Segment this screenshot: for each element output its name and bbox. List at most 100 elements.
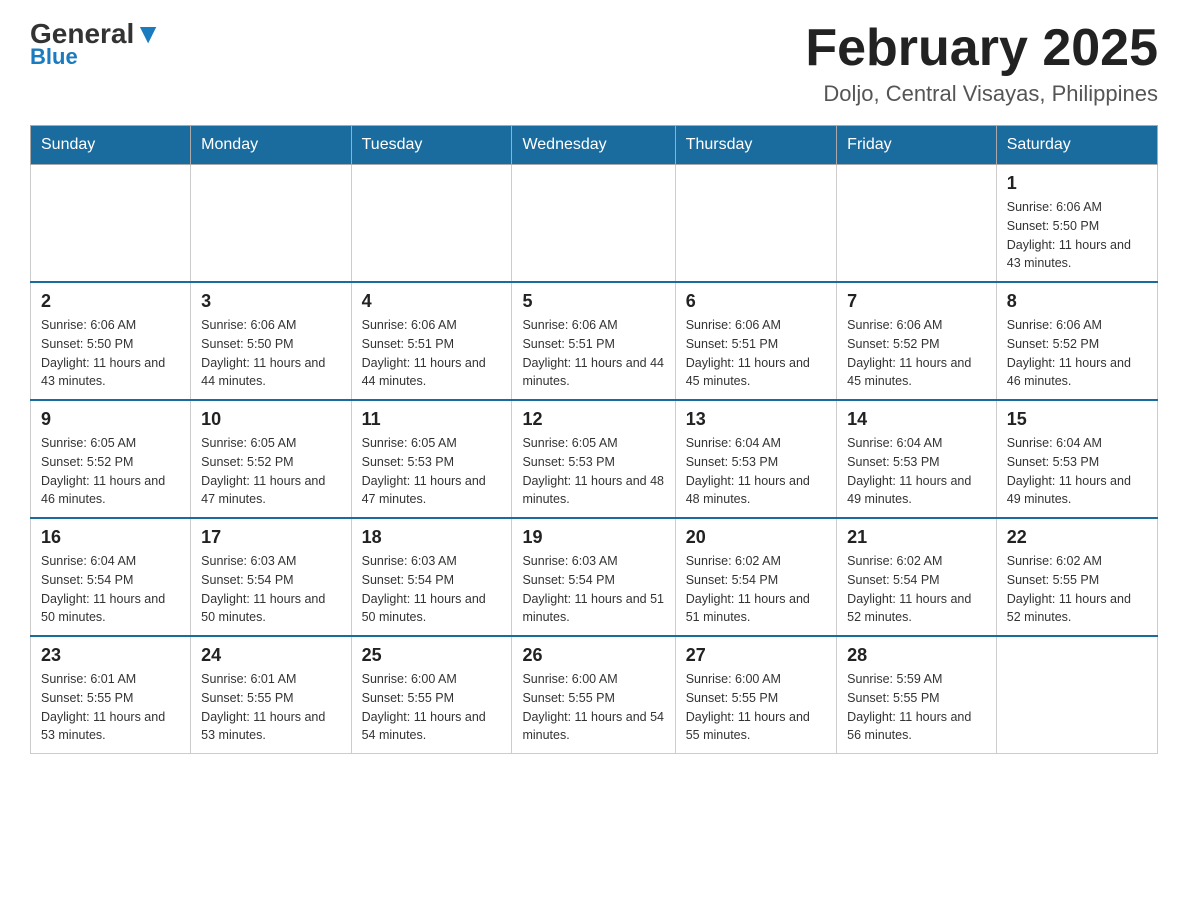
day-number: 19 [522, 527, 664, 548]
day-info: Sunrise: 6:05 AMSunset: 5:52 PMDaylight:… [41, 434, 180, 509]
calendar-cell [837, 165, 997, 283]
title-section: February 2025 Doljo, Central Visayas, Ph… [805, 20, 1158, 107]
calendar-cell [675, 165, 836, 283]
calendar-cell: 8 Sunrise: 6:06 AMSunset: 5:52 PMDaylight… [996, 282, 1157, 400]
calendar-cell: 10 Sunrise: 6:05 AMSunset: 5:52 PMDayligh… [191, 400, 351, 518]
header-monday: Monday [191, 126, 351, 165]
page-header: General▼ Blue February 2025 Doljo, Centr… [30, 20, 1158, 107]
calendar-cell: 7 Sunrise: 6:06 AMSunset: 5:52 PMDaylight… [837, 282, 997, 400]
day-number: 20 [686, 527, 826, 548]
day-info: Sunrise: 6:04 AMSunset: 5:53 PMDaylight:… [847, 434, 986, 509]
day-number: 4 [362, 291, 502, 312]
day-info: Sunrise: 6:03 AMSunset: 5:54 PMDaylight:… [362, 552, 502, 627]
day-number: 23 [41, 645, 180, 666]
day-number: 3 [201, 291, 340, 312]
day-number: 25 [362, 645, 502, 666]
header-thursday: Thursday [675, 126, 836, 165]
calendar-cell [996, 636, 1157, 754]
day-info: Sunrise: 6:06 AMSunset: 5:50 PMDaylight:… [41, 316, 180, 391]
day-info: Sunrise: 6:05 AMSunset: 5:53 PMDaylight:… [522, 434, 664, 509]
day-info: Sunrise: 5:59 AMSunset: 5:55 PMDaylight:… [847, 670, 986, 745]
calendar-cell: 12 Sunrise: 6:05 AMSunset: 5:53 PMDayligh… [512, 400, 675, 518]
day-info: Sunrise: 6:00 AMSunset: 5:55 PMDaylight:… [686, 670, 826, 745]
calendar-cell: 28 Sunrise: 5:59 AMSunset: 5:55 PMDayligh… [837, 636, 997, 754]
day-info: Sunrise: 6:06 AMSunset: 5:50 PMDaylight:… [201, 316, 340, 391]
day-number: 6 [686, 291, 826, 312]
day-info: Sunrise: 6:02 AMSunset: 5:55 PMDaylight:… [1007, 552, 1147, 627]
calendar-cell: 24 Sunrise: 6:01 AMSunset: 5:55 PMDayligh… [191, 636, 351, 754]
calendar-cell: 16 Sunrise: 6:04 AMSunset: 5:54 PMDayligh… [31, 518, 191, 636]
day-info: Sunrise: 6:06 AMSunset: 5:50 PMDaylight:… [1007, 198, 1147, 273]
calendar-header-row: Sunday Monday Tuesday Wednesday Thursday… [31, 126, 1158, 165]
location-title: Doljo, Central Visayas, Philippines [805, 81, 1158, 107]
day-number: 16 [41, 527, 180, 548]
day-info: Sunrise: 6:04 AMSunset: 5:54 PMDaylight:… [41, 552, 180, 627]
calendar-cell [351, 165, 512, 283]
day-info: Sunrise: 6:06 AMSunset: 5:52 PMDaylight:… [847, 316, 986, 391]
logo-triangle-icon: ▼ [134, 18, 162, 49]
calendar-cell: 23 Sunrise: 6:01 AMSunset: 5:55 PMDayligh… [31, 636, 191, 754]
day-number: 18 [362, 527, 502, 548]
calendar-cell: 21Sunrise: 6:02 AMSunset: 5:54 PMDayligh… [837, 518, 997, 636]
day-info: Sunrise: 6:05 AMSunset: 5:53 PMDaylight:… [362, 434, 502, 509]
day-number: 14 [847, 409, 986, 430]
day-number: 7 [847, 291, 986, 312]
calendar-cell: 5Sunrise: 6:06 AMSunset: 5:51 PMDaylight… [512, 282, 675, 400]
day-number: 15 [1007, 409, 1147, 430]
day-info: Sunrise: 6:06 AMSunset: 5:52 PMDaylight:… [1007, 316, 1147, 391]
calendar-cell [512, 165, 675, 283]
day-info: Sunrise: 6:06 AMSunset: 5:51 PMDaylight:… [522, 316, 664, 391]
day-info: Sunrise: 6:03 AMSunset: 5:54 PMDaylight:… [201, 552, 340, 627]
calendar-cell: 13Sunrise: 6:04 AMSunset: 5:53 PMDayligh… [675, 400, 836, 518]
day-number: 8 [1007, 291, 1147, 312]
day-number: 26 [522, 645, 664, 666]
day-info: Sunrise: 6:04 AMSunset: 5:53 PMDaylight:… [686, 434, 826, 509]
day-number: 10 [201, 409, 340, 430]
header-wednesday: Wednesday [512, 126, 675, 165]
day-number: 24 [201, 645, 340, 666]
header-friday: Friday [837, 126, 997, 165]
calendar-cell: 2 Sunrise: 6:06 AMSunset: 5:50 PMDaylight… [31, 282, 191, 400]
calendar-cell: 9 Sunrise: 6:05 AMSunset: 5:52 PMDaylight… [31, 400, 191, 518]
header-tuesday: Tuesday [351, 126, 512, 165]
calendar-week-row: 16 Sunrise: 6:04 AMSunset: 5:54 PMDayligh… [31, 518, 1158, 636]
header-saturday: Saturday [996, 126, 1157, 165]
header-sunday: Sunday [31, 126, 191, 165]
day-number: 21 [847, 527, 986, 548]
calendar-cell: 14 Sunrise: 6:04 AMSunset: 5:53 PMDayligh… [837, 400, 997, 518]
day-info: Sunrise: 6:00 AMSunset: 5:55 PMDaylight:… [522, 670, 664, 745]
day-number: 28 [847, 645, 986, 666]
day-info: Sunrise: 6:02 AMSunset: 5:54 PMDaylight:… [686, 552, 826, 627]
calendar-cell: 19Sunrise: 6:03 AMSunset: 5:54 PMDayligh… [512, 518, 675, 636]
calendar-cell: 22 Sunrise: 6:02 AMSunset: 5:55 PMDayligh… [996, 518, 1157, 636]
calendar-cell: 20 Sunrise: 6:02 AMSunset: 5:54 PMDayligh… [675, 518, 836, 636]
calendar-cell: 26 Sunrise: 6:00 AMSunset: 5:55 PMDayligh… [512, 636, 675, 754]
calendar-cell: 17 Sunrise: 6:03 AMSunset: 5:54 PMDayligh… [191, 518, 351, 636]
calendar-week-row: 9 Sunrise: 6:05 AMSunset: 5:52 PMDaylight… [31, 400, 1158, 518]
calendar-cell: 25 Sunrise: 6:00 AMSunset: 5:55 PMDayligh… [351, 636, 512, 754]
calendar-cell: 4 Sunrise: 6:06 AMSunset: 5:51 PMDaylight… [351, 282, 512, 400]
day-number: 2 [41, 291, 180, 312]
day-info: Sunrise: 6:05 AMSunset: 5:52 PMDaylight:… [201, 434, 340, 509]
calendar-cell: 3 Sunrise: 6:06 AMSunset: 5:50 PMDaylight… [191, 282, 351, 400]
day-info: Sunrise: 6:01 AMSunset: 5:55 PMDaylight:… [41, 670, 180, 745]
day-number: 22 [1007, 527, 1147, 548]
day-number: 9 [41, 409, 180, 430]
day-info: Sunrise: 6:06 AMSunset: 5:51 PMDaylight:… [686, 316, 826, 391]
day-info: Sunrise: 6:01 AMSunset: 5:55 PMDaylight:… [201, 670, 340, 745]
calendar-week-row: 2 Sunrise: 6:06 AMSunset: 5:50 PMDaylight… [31, 282, 1158, 400]
calendar-table: Sunday Monday Tuesday Wednesday Thursday… [30, 125, 1158, 754]
calendar-cell: 1 Sunrise: 6:06 AMSunset: 5:50 PMDaylight… [996, 165, 1157, 283]
day-number: 11 [362, 409, 502, 430]
day-info: Sunrise: 6:06 AMSunset: 5:51 PMDaylight:… [362, 316, 502, 391]
day-number: 1 [1007, 173, 1147, 194]
day-number: 27 [686, 645, 826, 666]
day-info: Sunrise: 6:00 AMSunset: 5:55 PMDaylight:… [362, 670, 502, 745]
calendar-cell: 15Sunrise: 6:04 AMSunset: 5:53 PMDayligh… [996, 400, 1157, 518]
calendar-cell: 27 Sunrise: 6:00 AMSunset: 5:55 PMDayligh… [675, 636, 836, 754]
calendar-week-row: 1 Sunrise: 6:06 AMSunset: 5:50 PMDaylight… [31, 165, 1158, 283]
logo: General▼ Blue [30, 20, 162, 70]
calendar-cell: 6 Sunrise: 6:06 AMSunset: 5:51 PMDaylight… [675, 282, 836, 400]
day-number: 12 [522, 409, 664, 430]
day-number: 17 [201, 527, 340, 548]
